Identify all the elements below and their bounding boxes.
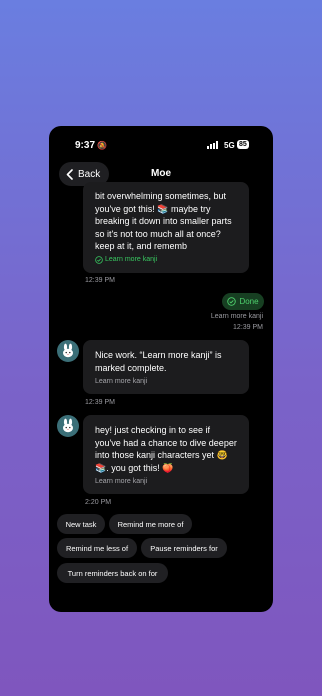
- message-text: bit overwhelming sometimes, but you've g…: [95, 191, 232, 252]
- bot-avatar: [57, 340, 79, 362]
- phone-screen: 9:37 🔕 5G 85 Back Moe bit overwhelming so…: [49, 126, 273, 612]
- quick-reply-remind-more[interactable]: Remind me more of: [109, 514, 192, 534]
- message-time: 12:39 PM: [85, 399, 115, 406]
- battery-icon: 85: [237, 140, 249, 149]
- quick-reply-pause-reminders[interactable]: Pause reminders for: [141, 538, 227, 558]
- quick-reply-new-task[interactable]: New task: [57, 514, 105, 534]
- task-link[interactable]: Learn more kanji: [95, 254, 237, 267]
- quick-reply-remind-less[interactable]: Remind me less of: [57, 538, 137, 558]
- check-circle-icon: [95, 256, 103, 265]
- message-time: 12:39 PM: [85, 277, 115, 284]
- message-time: 12:39 PM: [233, 324, 263, 331]
- network-label: 5G: [224, 141, 235, 150]
- status-time-text: 9:37: [75, 140, 96, 151]
- message-subtitle: Learn more kanji: [95, 378, 148, 386]
- bot-avatar: [57, 415, 79, 437]
- status-bar: 9:37 🔕 5G 85: [49, 138, 273, 154]
- chat-title: Moe: [151, 168, 171, 179]
- message-time: 2:20 PM: [85, 499, 112, 506]
- message-bubble: hey! just checking in to see if you've h…: [83, 415, 249, 495]
- message-bubble: Nice work. “Learn more kanji” is marked …: [83, 340, 249, 395]
- message-text: hey! just checking in to see if you've h…: [95, 425, 237, 473]
- message-text: Nice work. “Learn more kanji” is marked …: [95, 350, 222, 373]
- done-badge: Done: [222, 293, 264, 310]
- done-label: Done: [239, 297, 259, 306]
- silent-bell-icon: 🔕: [97, 141, 107, 150]
- signal-icon: [207, 141, 218, 149]
- task-link-label: Learn more kanji: [105, 255, 158, 263]
- user-subtitle: Learn more kanji: [210, 313, 263, 320]
- rabbit-avatar-icon: [63, 343, 73, 358]
- message-subtitle: Learn more kanji: [95, 478, 148, 486]
- message-bubble: bit overwhelming sometimes, but you've g…: [83, 182, 249, 273]
- quick-reply-turn-reminders-on[interactable]: Turn reminders back on for: [57, 563, 168, 583]
- rabbit-avatar-icon: [63, 418, 73, 433]
- check-circle-icon: [227, 297, 237, 306]
- status-time: 9:37 🔕: [75, 140, 107, 151]
